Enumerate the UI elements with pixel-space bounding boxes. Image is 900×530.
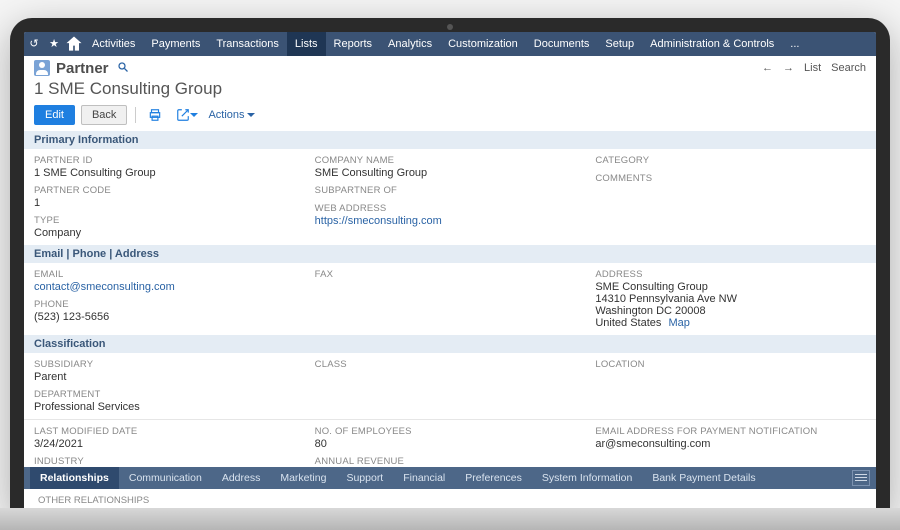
- email-link[interactable]: contact@smeconsulting.com: [34, 281, 305, 293]
- address-line: United States: [595, 317, 661, 329]
- section-classification-row2: LAST MODIFIED DATE3/24/2021 INDUSTRYCons…: [24, 419, 876, 467]
- shortcut-icon[interactable]: [172, 108, 202, 122]
- address-line: 14310 Pennsylvania Ave NW: [595, 293, 866, 305]
- field-label: COMMENTS: [595, 173, 866, 184]
- field-label: EMAIL: [34, 269, 305, 280]
- field-label: LOCATION: [595, 359, 866, 370]
- field-label: CATEGORY: [595, 155, 866, 166]
- field-value: 1 SME Consulting Group: [34, 167, 305, 179]
- tab-relationships[interactable]: Relationships: [30, 467, 119, 489]
- tab-address[interactable]: Address: [212, 467, 271, 489]
- field-value: ar@smeconsulting.com: [595, 438, 866, 450]
- field-value: 3/24/2021: [34, 438, 305, 450]
- back-button[interactable]: Back: [81, 105, 127, 125]
- field-value: 1: [34, 197, 305, 209]
- home-icon[interactable]: [64, 32, 84, 56]
- tab-bank-payment-details[interactable]: Bank Payment Details: [642, 467, 765, 489]
- section-classification-row1: SUBSIDIARYParent DEPARTMENTProfessional …: [24, 353, 876, 419]
- record-name: 1 SME Consulting Group: [24, 77, 876, 105]
- section-primary-title: Primary Information: [24, 131, 876, 149]
- section-contact: EMAILcontact@smeconsulting.com PHONE(523…: [24, 263, 876, 335]
- field-label: TYPE: [34, 215, 305, 226]
- list-link[interactable]: List: [804, 62, 821, 74]
- star-icon[interactable]: ★: [44, 32, 64, 56]
- nav-payments[interactable]: Payments: [143, 32, 208, 56]
- entity-type-title: Partner: [56, 60, 109, 77]
- field-label: PHONE: [34, 299, 305, 310]
- field-label: COMPANY NAME: [315, 155, 586, 166]
- nav-overflow[interactable]: ...: [782, 32, 807, 56]
- actions-menu[interactable]: Actions: [208, 109, 254, 121]
- field-label: CLASS: [315, 359, 586, 370]
- section-primary: PARTNER ID1 SME Consulting Group PARTNER…: [24, 149, 876, 245]
- nav-analytics[interactable]: Analytics: [380, 32, 440, 56]
- nav-reports[interactable]: Reports: [326, 32, 381, 56]
- actions-label: Actions: [208, 109, 244, 121]
- field-value: Parent: [34, 371, 305, 383]
- entity-search-icon[interactable]: [117, 61, 129, 76]
- tab-preferences[interactable]: Preferences: [455, 467, 532, 489]
- field-label: SUBPARTNER OF: [315, 185, 586, 196]
- web-address-link[interactable]: https://smeconsulting.com: [315, 215, 586, 227]
- tab-support[interactable]: Support: [336, 467, 393, 489]
- field-value: SME Consulting Group: [315, 167, 586, 179]
- section-classification-title: Classification: [24, 335, 876, 353]
- tab-communication[interactable]: Communication: [119, 467, 212, 489]
- field-label: EMAIL ADDRESS FOR PAYMENT NOTIFICATION: [595, 426, 866, 437]
- field-value: 80: [315, 438, 586, 450]
- nav-customization[interactable]: Customization: [440, 32, 526, 56]
- entity-avatar-icon: [34, 60, 50, 76]
- print-icon[interactable]: [144, 108, 166, 122]
- field-label: INDUSTRY: [34, 456, 305, 467]
- caret-down-icon: [247, 113, 255, 121]
- field-label: PARTNER CODE: [34, 185, 305, 196]
- field-label: FAX: [315, 269, 586, 280]
- field-label: DEPARTMENT: [34, 389, 305, 400]
- nav-setup[interactable]: Setup: [597, 32, 642, 56]
- field-label: NO. OF EMPLOYEES: [315, 426, 586, 437]
- edit-button[interactable]: Edit: [34, 105, 75, 125]
- address-block: SME Consulting Group 14310 Pennsylvania …: [595, 281, 866, 329]
- search-link[interactable]: Search: [831, 62, 866, 74]
- tab-system-information[interactable]: System Information: [532, 467, 642, 489]
- field-label: PARTNER ID: [34, 155, 305, 166]
- nav-documents[interactable]: Documents: [526, 32, 598, 56]
- page-header: Partner ← → List Search: [24, 56, 876, 77]
- field-label: ANNUAL REVENUE: [315, 456, 586, 467]
- nav-admin-controls[interactable]: Administration & Controls: [642, 32, 782, 56]
- field-label: SUBSIDIARY: [34, 359, 305, 370]
- top-navbar: ↺ ★ Activities Payments Transactions Lis…: [24, 32, 876, 56]
- tab-financial[interactable]: Financial: [393, 467, 455, 489]
- map-link[interactable]: Map: [668, 317, 689, 329]
- history-icon[interactable]: ↺: [24, 32, 44, 56]
- field-value: Company: [34, 227, 305, 239]
- address-line: Washington DC 20008: [595, 305, 866, 317]
- next-record-arrow-icon[interactable]: →: [783, 62, 794, 74]
- prev-record-arrow-icon[interactable]: ←: [762, 62, 773, 74]
- nav-lists[interactable]: Lists: [287, 32, 326, 56]
- toolbar-divider: [135, 107, 136, 123]
- subtabs-menu-icon[interactable]: [852, 470, 870, 486]
- section-contact-title: Email | Phone | Address: [24, 245, 876, 263]
- field-label: ADDRESS: [595, 269, 866, 280]
- nav-activities[interactable]: Activities: [84, 32, 143, 56]
- tab-marketing[interactable]: Marketing: [270, 467, 336, 489]
- subtabs-bar: Relationships Communication Address Mark…: [24, 467, 876, 489]
- subtab-section-label: OTHER RELATIONSHIPS: [24, 489, 876, 512]
- field-value: (523) 123-5656: [34, 311, 305, 323]
- field-value: Professional Services: [34, 401, 305, 413]
- address-line: SME Consulting Group: [595, 281, 866, 293]
- nav-transactions[interactable]: Transactions: [208, 32, 287, 56]
- toolbar: Edit Back Actions: [24, 105, 876, 131]
- field-label: WEB ADDRESS: [315, 203, 586, 214]
- field-label: LAST MODIFIED DATE: [34, 426, 305, 437]
